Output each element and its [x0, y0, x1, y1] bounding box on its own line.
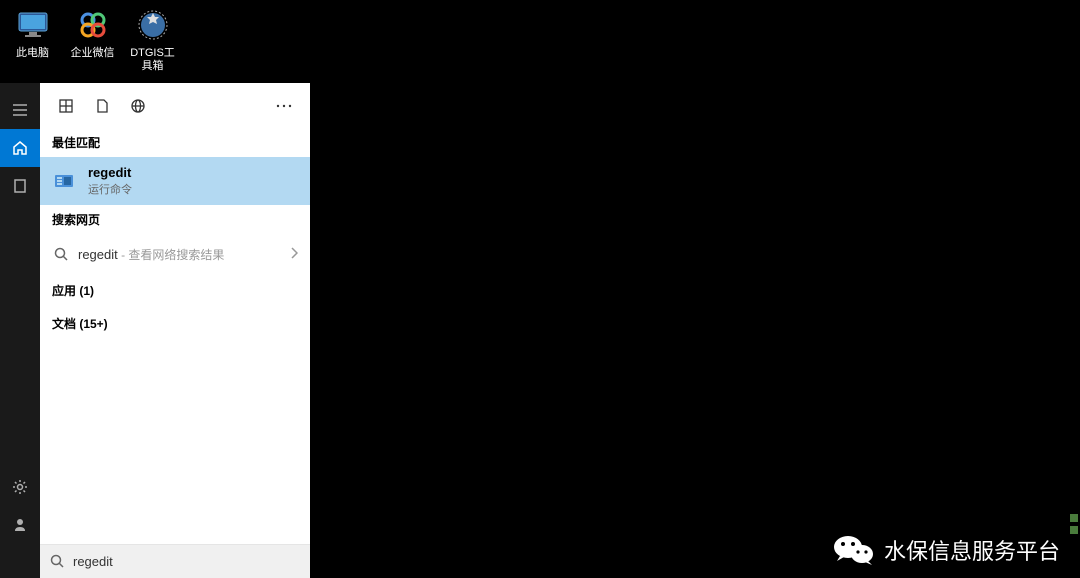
watermark-text: 水保信息服务平台: [884, 534, 1060, 566]
apps-category[interactable]: 应用 (1): [40, 274, 310, 307]
desktop-icon-wecom[interactable]: 企业微信: [65, 5, 120, 73]
apps-filter-icon[interactable]: [48, 88, 84, 124]
watermark: 水保信息服务平台: [832, 532, 1060, 568]
web-filter-icon[interactable]: [120, 88, 156, 124]
user-icon[interactable]: [0, 506, 40, 544]
desktop-icons-area: 此电脑 企业微信 DTGIS工具箱: [5, 5, 180, 73]
search-results-area: 最佳匹配 regedit 运行命令 搜索网页: [40, 83, 310, 578]
system-tray: [1068, 438, 1080, 538]
desktop: 此电脑 企业微信 DTGIS工具箱: [0, 0, 1080, 578]
start-search-panel: 最佳匹配 regedit 运行命令 搜索网页: [0, 83, 310, 578]
documents-filter-icon[interactable]: [84, 88, 120, 124]
home-icon[interactable]: [0, 129, 40, 167]
monitor-icon: [13, 5, 53, 45]
result-title: regedit: [88, 165, 298, 180]
desktop-icon-label: DTGIS工具箱: [125, 47, 180, 73]
tray-indicator[interactable]: [1070, 514, 1078, 522]
web-search-result[interactable]: regedit - 查看网络搜索结果: [40, 234, 310, 274]
search-filter-bar: [40, 83, 310, 128]
wechat-icon: [832, 532, 876, 568]
more-options-icon[interactable]: [266, 88, 302, 124]
document-icon[interactable]: [0, 167, 40, 205]
desktop-icon-label: 企业微信: [71, 47, 115, 60]
search-input[interactable]: [73, 554, 300, 569]
settings-gear-icon[interactable]: [0, 468, 40, 506]
tray-indicator[interactable]: [1070, 526, 1078, 534]
documents-category[interactable]: 文档 (15+): [40, 307, 310, 340]
gear-globe-icon: [133, 5, 173, 45]
best-match-header: 最佳匹配: [40, 128, 310, 157]
search-icon: [50, 554, 65, 569]
search-input-box[interactable]: [40, 544, 310, 578]
desktop-icon-this-pc[interactable]: 此电脑: [5, 5, 60, 73]
regedit-icon: [52, 169, 76, 193]
search-left-rail: [0, 83, 40, 578]
hamburger-menu-icon[interactable]: [0, 91, 40, 129]
result-regedit[interactable]: regedit 运行命令: [40, 157, 310, 205]
search-icon: [52, 242, 70, 266]
web-search-header: 搜索网页: [40, 205, 310, 234]
chevron-right-icon: [290, 246, 298, 262]
web-result-text: regedit - 查看网络搜索结果: [78, 246, 290, 263]
wecom-icon: [73, 5, 113, 45]
result-subtitle: 运行命令: [88, 181, 298, 197]
desktop-icon-dtgis[interactable]: DTGIS工具箱: [125, 5, 180, 73]
desktop-icon-label: 此电脑: [16, 47, 49, 60]
